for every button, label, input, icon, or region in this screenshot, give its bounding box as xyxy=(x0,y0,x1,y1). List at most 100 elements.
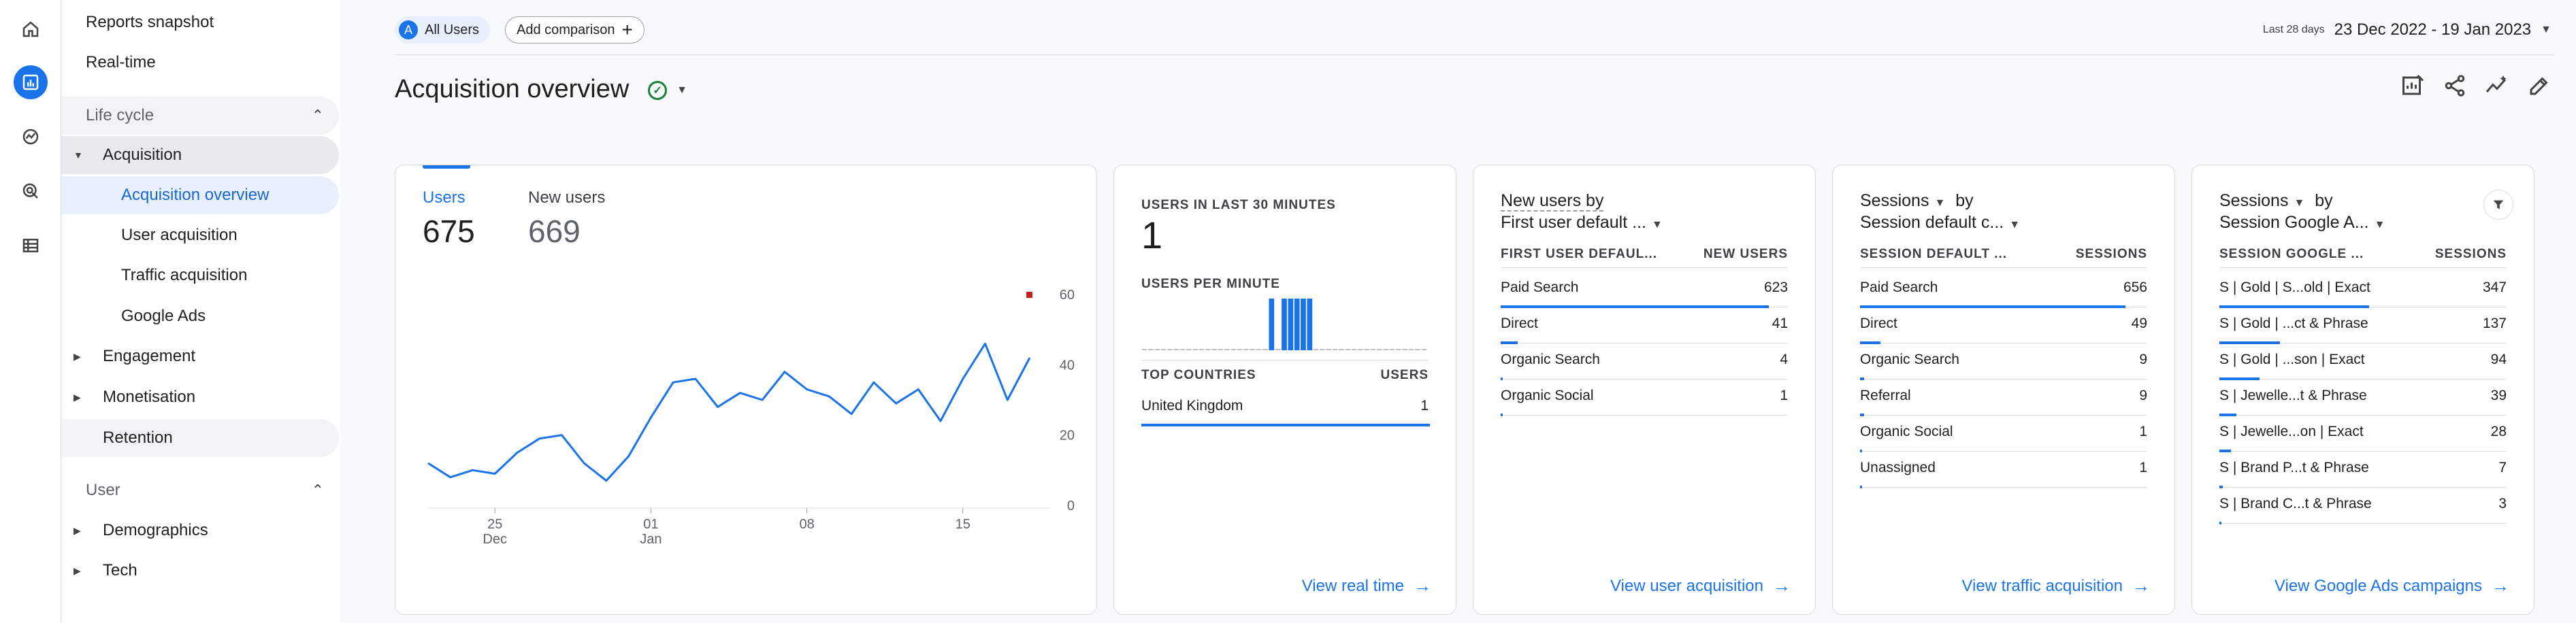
sidebar-item-tech[interactable]: ▶ Tech xyxy=(61,552,339,590)
sidebar-item-realtime[interactable]: Real-time xyxy=(61,44,339,82)
sidebar-item-label: User acquisition xyxy=(121,226,238,244)
row-divider xyxy=(1860,487,2147,488)
row-divider xyxy=(1860,451,2147,452)
divider xyxy=(1860,267,2147,268)
row-value: 7 xyxy=(2498,460,2507,475)
minute-bar xyxy=(1282,299,1287,350)
caret-down-icon: ▼ xyxy=(2009,219,2021,231)
row-share-bar xyxy=(1501,341,1518,344)
row-share-bar xyxy=(2219,377,2260,380)
metric-label: Sessions xyxy=(1860,191,1929,210)
plus-icon: + xyxy=(621,19,633,40)
dimension-selector[interactable]: First user default ... ▼ xyxy=(1501,213,1663,233)
minute-bar xyxy=(1358,349,1363,350)
metric-selector[interactable]: Sessions ▼ xyxy=(1860,191,1945,210)
view-user-acquisition-link[interactable]: View user acquisition → xyxy=(1610,575,1791,596)
row-share-bar xyxy=(1141,424,1430,426)
report-toolbar xyxy=(2400,73,2551,101)
row-value: 49 xyxy=(2131,316,2147,331)
minute-bar xyxy=(1141,349,1147,350)
column-header-metric: SESSIONS xyxy=(2075,247,2147,261)
sidebar-item-engagement[interactable]: ▶ Engagement xyxy=(61,337,339,375)
dimension-selector[interactable]: Session Google A... ▼ xyxy=(2219,213,2385,233)
sidebar-item-acquisition-overview[interactable]: Acquisition overview xyxy=(61,176,339,214)
link-label: View real time xyxy=(1301,576,1404,595)
share-icon[interactable] xyxy=(2443,73,2467,101)
new-users-card: New users by First user default ... ▼ FIR… xyxy=(1473,165,1816,615)
date-range-picker[interactable]: Last 28 days 23 Dec 2022 - 19 Jan 2023 ▼ xyxy=(2263,20,2551,39)
view-realtime-link[interactable]: View real time → xyxy=(1302,575,1431,596)
sidebar-section-lifecycle[interactable]: Life cycle ⌃ xyxy=(61,97,339,135)
caret-down-icon: ▼ xyxy=(1934,197,1946,209)
chevron-up-icon: ⌃ xyxy=(311,107,324,124)
add-comparison-button[interactable]: Add comparison + xyxy=(505,16,645,44)
x-tick-label: 01 xyxy=(643,517,658,532)
google-ads-card: Sessions ▼ by Session Google A... ▼ SESSIO… xyxy=(2191,165,2534,615)
tab-users[interactable]: Users 675 xyxy=(423,188,475,250)
configure-icon[interactable] xyxy=(14,229,48,263)
advertising-icon[interactable] xyxy=(14,174,48,208)
row-divider xyxy=(2219,451,2507,452)
column-header-dimension: FIRST USER DEFAUL... xyxy=(1501,247,1658,261)
x-tick-label: 08 xyxy=(799,517,814,532)
explore-icon[interactable] xyxy=(14,120,48,154)
sidebar-item-acquisition[interactable]: ▼ Acquisition xyxy=(61,136,339,174)
minute-bar xyxy=(1205,349,1211,350)
sidebar-section-user[interactable]: User ⌃ xyxy=(61,471,339,509)
arrow-right-icon: → xyxy=(1773,575,1791,596)
row-share-bar xyxy=(2219,341,2280,344)
sidebar-item-demographics[interactable]: ▶ Demographics xyxy=(61,511,339,550)
minute-bar xyxy=(1301,299,1306,350)
row-value: 347 xyxy=(2482,280,2507,295)
minute-bar xyxy=(1339,349,1344,350)
view-traffic-acquisition-link[interactable]: View traffic acquisition → xyxy=(1961,575,2150,596)
metric-selector[interactable]: Sessions ▼ xyxy=(2219,191,2304,210)
new-users-metric-value: 669 xyxy=(528,214,581,249)
data-status-button[interactable]: ✓ ▼ xyxy=(637,76,698,105)
minute-bar xyxy=(1275,349,1281,350)
tab-new-users[interactable]: New users 669 xyxy=(528,188,605,250)
minute-bar xyxy=(1396,349,1401,350)
row-share-bar xyxy=(2219,450,2231,452)
minute-bar xyxy=(1332,349,1338,350)
insights-icon[interactable] xyxy=(2485,73,2509,101)
sidebar-item-retention[interactable]: Retention xyxy=(61,419,339,457)
minute-bar xyxy=(1288,299,1294,350)
minute-bar xyxy=(1269,299,1275,350)
customize-report-icon[interactable] xyxy=(2400,73,2425,101)
metric-selector[interactable]: New users by xyxy=(1501,191,1604,212)
sidebar-item-reports-snapshot[interactable]: Reports snapshot xyxy=(61,3,339,41)
dimension-selector[interactable]: Session default c... ▼ xyxy=(1860,213,2020,233)
minute-bar xyxy=(1167,349,1173,350)
row-value: 41 xyxy=(1772,316,1788,331)
divider xyxy=(1501,267,1788,268)
caret-right-icon: ▶ xyxy=(74,350,81,362)
sidebar-item-traffic-acquisition[interactable]: Traffic acquisition xyxy=(61,256,339,294)
y-tick-label: 20 xyxy=(1060,428,1075,443)
all-users-chip[interactable]: A All Users xyxy=(395,16,491,44)
date-range-value: 23 Dec 2022 - 19 Jan 2023 xyxy=(2334,20,2532,39)
sidebar-item-user-acquisition[interactable]: User acquisition xyxy=(61,216,339,254)
sidebar-item-label: Monetisation xyxy=(103,388,196,406)
sidebar-item-google-ads[interactable]: Google Ads xyxy=(61,297,339,335)
divider xyxy=(2219,267,2507,268)
sidebar-item-monetisation[interactable]: ▶ Monetisation xyxy=(61,378,339,416)
reports-icon[interactable] xyxy=(14,65,48,99)
row-share-bar xyxy=(2219,522,2221,524)
row-label: S | Brand P...t & Phrase xyxy=(2219,460,2369,475)
comparison-avatar: A xyxy=(399,20,418,39)
minute-bar xyxy=(1148,349,1154,350)
view-google-ads-campaigns-link[interactable]: View Google Ads campaigns → xyxy=(2275,575,2509,596)
row-label: Direct xyxy=(1860,316,1897,331)
row-label: Organic Search xyxy=(1501,352,1600,367)
home-icon[interactable] xyxy=(14,12,48,46)
caret-right-icon: ▶ xyxy=(74,524,81,536)
anomaly-marker[interactable] xyxy=(1026,292,1032,298)
edit-icon[interactable] xyxy=(2527,73,2551,101)
filter-button[interactable] xyxy=(2483,190,2513,220)
row-value: 656 xyxy=(2123,280,2147,295)
header-divider xyxy=(395,54,2554,55)
minute-bar xyxy=(1307,299,1313,350)
column-header-metric: NEW USERS xyxy=(1703,247,1788,261)
active-tab-indicator xyxy=(423,165,470,169)
